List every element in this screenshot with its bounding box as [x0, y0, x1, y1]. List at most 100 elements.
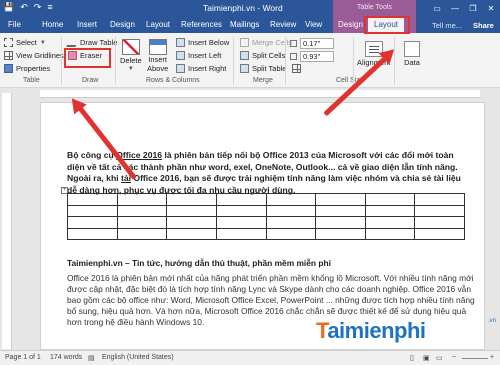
restore-icon[interactable]: ❐ — [464, 0, 482, 17]
word-count[interactable]: 174 words — [50, 354, 82, 361]
table-cell[interactable] — [166, 204, 217, 217]
print-layout-icon[interactable]: ▣ — [423, 354, 430, 362]
page-count[interactable]: Page 1 of 1 — [5, 354, 41, 361]
autofit-button[interactable] — [292, 64, 301, 73]
table-cell[interactable] — [116, 216, 168, 229]
tab-layout[interactable]: Layout — [146, 20, 170, 29]
tell-me-search[interactable]: Tell me... — [432, 21, 462, 30]
delete-label: Delete — [120, 56, 142, 65]
split-table-button[interactable]: Split Table — [240, 64, 286, 73]
table-cell[interactable] — [315, 204, 366, 217]
table-cell[interactable] — [315, 227, 366, 240]
table-cell[interactable] — [414, 204, 465, 217]
tab-view[interactable]: View — [305, 20, 322, 29]
table-cell[interactable] — [364, 216, 416, 229]
tab-file[interactable]: File — [8, 20, 21, 29]
table-cell[interactable] — [364, 193, 416, 206]
minimize-icon[interactable]: — — [446, 0, 464, 17]
undo-icon[interactable]: ↶ — [20, 2, 28, 13]
draw-table-button[interactable]: Draw Table — [66, 38, 117, 47]
section-heading: Taimienphi.vn – Tin tức, hướng dẫn thủ t… — [67, 258, 331, 268]
zoom-slider[interactable] — [462, 358, 488, 359]
logo-letter: T — [316, 318, 328, 343]
table-cell[interactable] — [215, 216, 267, 229]
chevron-down-icon: ▼ — [127, 66, 134, 72]
table-cell[interactable] — [414, 216, 465, 229]
group-label-merge: Merge — [253, 77, 273, 84]
insert-above-button[interactable]: Insert Above — [147, 39, 168, 73]
split-cells-button[interactable]: Split Cells — [240, 51, 285, 60]
table-cell[interactable] — [67, 204, 118, 217]
tab-mailings[interactable]: Mailings — [230, 20, 259, 29]
tab-design[interactable]: Design — [110, 20, 135, 29]
data-icon — [404, 41, 420, 57]
table-cell[interactable] — [116, 227, 168, 240]
table-cell[interactable] — [116, 193, 168, 206]
table-cell[interactable] — [315, 193, 366, 206]
properties-button[interactable]: Properties — [4, 64, 50, 73]
customize-qat-icon[interactable]: ≡ — [47, 2, 52, 13]
merge-cells-icon — [240, 38, 249, 47]
proofing-icon[interactable]: ▤ — [88, 354, 95, 362]
cell-width-field[interactable]: 0.93" — [290, 51, 334, 62]
zoom-in-icon[interactable]: + — [490, 354, 494, 361]
autofit-icon — [292, 64, 301, 73]
data-button[interactable]: Data — [404, 41, 420, 67]
table-cell[interactable] — [414, 227, 465, 240]
insert-below-label: Insert Below — [188, 38, 230, 47]
table-cell[interactable] — [166, 216, 217, 229]
table-cell[interactable] — [215, 193, 267, 206]
table-cell[interactable] — [414, 193, 465, 206]
group-divider — [61, 37, 62, 85]
select-icon — [4, 38, 13, 47]
save-icon[interactable]: 💾 — [3, 2, 14, 13]
insert-right-button[interactable]: Insert Right — [176, 64, 226, 73]
table-cell[interactable] — [166, 193, 217, 206]
tab-review[interactable]: Review — [270, 20, 296, 29]
view-gridlines-button[interactable]: View Gridlines — [4, 51, 64, 60]
table-cell[interactable] — [67, 216, 118, 229]
table-cell[interactable] — [67, 227, 118, 240]
group-label-table: Table — [23, 77, 40, 84]
table-cell[interactable] — [166, 227, 217, 240]
table-cell[interactable] — [265, 227, 317, 240]
select-button[interactable]: Select ▼ — [4, 38, 46, 47]
tab-table-design[interactable]: Design — [338, 20, 363, 29]
cell-height-input[interactable]: 0.17" — [300, 38, 334, 49]
tab-home[interactable]: Home — [42, 20, 63, 29]
web-layout-icon[interactable]: ▭ — [436, 354, 443, 362]
table-cell[interactable] — [265, 193, 317, 206]
ribbon-display-icon[interactable]: ▭ — [428, 0, 446, 17]
properties-label: Properties — [16, 64, 51, 73]
delete-button[interactable]: Delete ▼ — [120, 39, 142, 72]
table-cell[interactable] — [265, 216, 317, 229]
language-status[interactable]: English (United States) — [102, 354, 174, 361]
insert-left-label: Insert Left — [188, 51, 222, 60]
insert-below-button[interactable]: Insert Below — [176, 38, 229, 47]
table-cell[interactable] — [67, 193, 118, 206]
tab-insert[interactable]: Insert — [77, 20, 97, 29]
table-cell[interactable] — [364, 227, 416, 240]
insert-left-button[interactable]: Insert Left — [176, 51, 221, 60]
table-cell[interactable] — [315, 216, 366, 229]
share-button[interactable]: Share — [473, 21, 494, 30]
redo-icon[interactable]: ↷ — [34, 2, 42, 13]
table-cell[interactable] — [116, 204, 168, 217]
table-cell[interactable] — [265, 204, 317, 217]
zoom-out-icon[interactable]: − — [452, 354, 456, 361]
cell-height-field[interactable]: 0.17" — [290, 38, 334, 49]
tab-references[interactable]: References — [181, 20, 222, 29]
cell-width-input[interactable]: 0.93" — [300, 51, 334, 62]
table-cell[interactable] — [215, 227, 267, 240]
group-divider — [285, 37, 286, 85]
table-cell[interactable] — [215, 204, 267, 217]
split-table-icon — [240, 64, 249, 73]
column-width-icon — [290, 53, 297, 60]
split-cells-icon — [240, 51, 249, 60]
document-table[interactable] — [67, 193, 465, 240]
read-mode-icon[interactable]: ▯ — [410, 354, 414, 362]
close-icon[interactable]: ✕ — [482, 0, 500, 17]
horizontal-ruler — [40, 90, 480, 98]
table-cell[interactable] — [364, 204, 416, 217]
logo-suffix: .vn — [488, 318, 497, 324]
